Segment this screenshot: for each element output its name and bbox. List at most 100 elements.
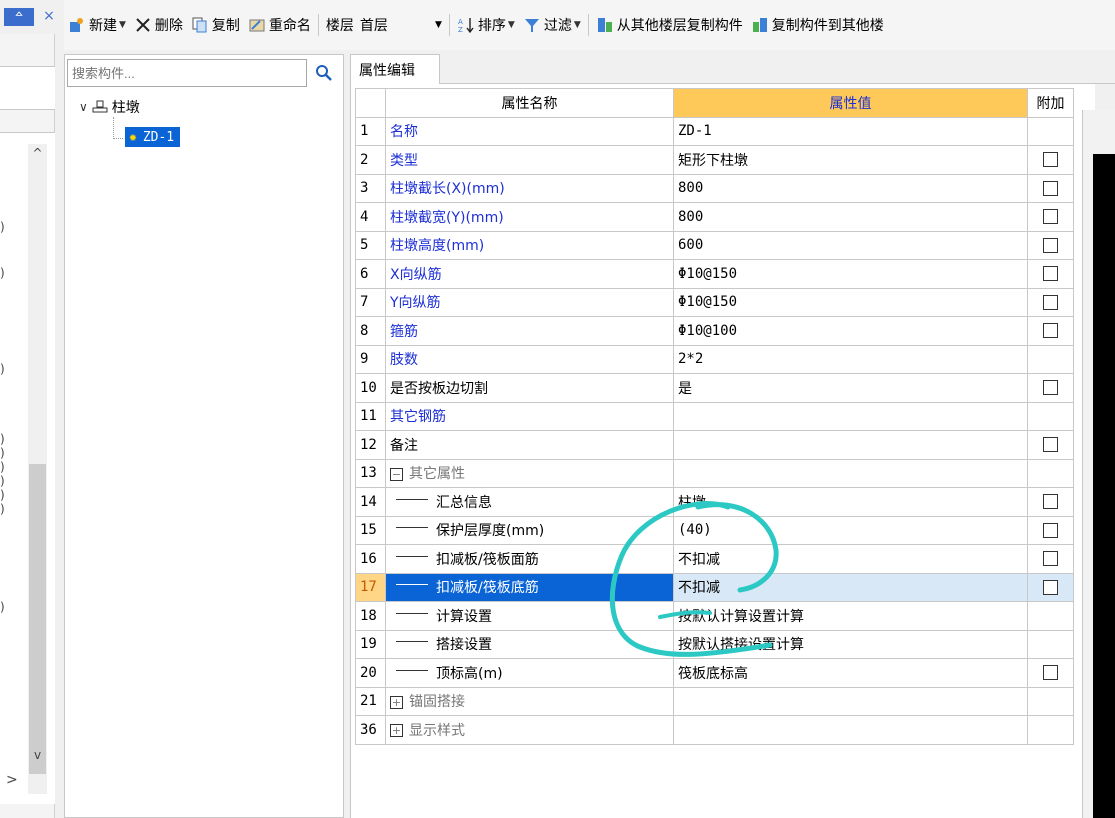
- search-button[interactable]: [309, 59, 339, 87]
- property-name-cell[interactable]: 汇总信息: [385, 487, 674, 517]
- row-number[interactable]: 14: [355, 487, 386, 517]
- attach-cell[interactable]: [1027, 487, 1074, 517]
- row-number[interactable]: 4: [355, 202, 386, 232]
- property-value[interactable]: [673, 401, 1028, 431]
- table-row[interactable]: 20 顶标高(m) 筏板底标高: [355, 658, 1074, 688]
- table-row[interactable]: 19 搭接设置 按默认搭接设置计算: [355, 629, 1074, 659]
- attach-checkbox[interactable]: [1043, 522, 1058, 538]
- property-value[interactable]: 600: [673, 230, 1028, 260]
- property-value[interactable]: ZD-1: [673, 116, 1028, 146]
- property-value[interactable]: 是: [673, 373, 1028, 403]
- attach-cell[interactable]: [1027, 373, 1074, 403]
- attach-cell[interactable]: [1027, 515, 1074, 545]
- tab-property-edit[interactable]: 属性编辑: [350, 54, 440, 84]
- property-value[interactable]: [673, 715, 1028, 745]
- property-value[interactable]: 不扣减: [673, 544, 1028, 574]
- attach-checkbox[interactable]: [1043, 180, 1058, 196]
- tree-node-zd-1[interactable]: ✹ ZD-1: [125, 127, 181, 147]
- attach-cell[interactable]: [1027, 173, 1074, 203]
- property-name-cell[interactable]: 其它钢筋: [385, 401, 674, 431]
- table-row[interactable]: 14 汇总信息 柱墩: [355, 487, 1074, 517]
- attach-checkbox[interactable]: [1043, 209, 1058, 225]
- property-name-cell[interactable]: 扣减板/筏板底筋: [385, 572, 674, 602]
- property-name-cell[interactable]: X向纵筋: [385, 259, 674, 289]
- row-number[interactable]: 8: [355, 316, 386, 346]
- property-name-cell[interactable]: 柱墩截长(X)(mm): [385, 173, 674, 203]
- attach-cell[interactable]: [1027, 287, 1074, 317]
- attach-cell[interactable]: [1027, 316, 1074, 346]
- row-number[interactable]: 6: [355, 259, 386, 289]
- attach-cell[interactable]: [1027, 230, 1074, 260]
- property-name-cell[interactable]: 保护层厚度(mm): [385, 515, 674, 545]
- property-value[interactable]: 柱墩: [673, 487, 1028, 517]
- copy-from-floor-button[interactable]: 从其他楼层复制构件: [592, 11, 747, 39]
- row-number[interactable]: 21: [355, 686, 386, 716]
- table-row[interactable]: 6 X向纵筋 Φ10@150: [355, 259, 1074, 289]
- close-icon[interactable]: ×: [40, 6, 58, 26]
- row-number[interactable]: 5: [355, 230, 386, 260]
- chevron-down-icon[interactable]: ∨: [79, 100, 88, 114]
- property-value[interactable]: (40): [673, 515, 1028, 545]
- row-number[interactable]: 7: [355, 287, 386, 317]
- property-name-cell[interactable]: 类型: [385, 145, 674, 175]
- property-name-cell[interactable]: − 其它属性: [385, 458, 674, 488]
- delete-button[interactable]: 删除: [130, 11, 187, 39]
- attach-cell[interactable]: [1027, 544, 1074, 574]
- table-row[interactable]: 5 柱墩高度(mm) 600: [355, 230, 1074, 260]
- table-row[interactable]: 10 是否按板边切割 是: [355, 373, 1074, 403]
- property-name-cell[interactable]: 柱墩高度(mm): [385, 230, 674, 260]
- property-value[interactable]: 按默认计算设置计算: [673, 601, 1028, 631]
- row-number[interactable]: 18: [355, 601, 386, 631]
- property-value[interactable]: Φ10@150: [673, 259, 1028, 289]
- chevron-up-icon[interactable]: ^: [28, 146, 47, 162]
- property-name-cell[interactable]: + 显示样式: [385, 715, 674, 745]
- property-name-cell[interactable]: 柱墩截宽(Y)(mm): [385, 202, 674, 232]
- header-name[interactable]: 属性名称: [385, 88, 674, 118]
- table-row[interactable]: 13− 其它属性: [355, 458, 1074, 488]
- attach-checkbox[interactable]: [1043, 237, 1058, 253]
- row-number[interactable]: 10: [355, 373, 386, 403]
- property-value[interactable]: 2*2: [673, 344, 1028, 374]
- property-value[interactable]: [673, 686, 1028, 716]
- property-value[interactable]: 800: [673, 173, 1028, 203]
- collapse-icon[interactable]: −: [390, 467, 403, 481]
- row-number[interactable]: 2: [355, 145, 386, 175]
- table-row[interactable]: 21 + 锚固搭接: [355, 686, 1074, 716]
- attach-cell[interactable]: [1027, 658, 1074, 688]
- table-row[interactable]: 17 扣减板/筏板底筋 不扣减: [355, 572, 1074, 602]
- property-name-cell[interactable]: 肢数: [385, 344, 674, 374]
- row-number[interactable]: 36: [355, 715, 386, 745]
- attach-checkbox[interactable]: [1043, 266, 1058, 282]
- table-row[interactable]: 2 类型 矩形下柱墩: [355, 145, 1074, 175]
- row-number[interactable]: 16: [355, 544, 386, 574]
- attach-checkbox[interactable]: [1043, 294, 1058, 310]
- expand-icon[interactable]: +: [390, 695, 403, 709]
- property-name-cell[interactable]: 搭接设置: [385, 629, 674, 659]
- property-name-cell[interactable]: + 锚固搭接: [385, 686, 674, 716]
- table-row[interactable]: 7 Y向纵筋 Φ10@150: [355, 287, 1074, 317]
- row-number[interactable]: 19: [355, 629, 386, 659]
- tree-node-root[interactable]: ∨ 柱墩: [79, 97, 140, 117]
- expand-icon[interactable]: +: [390, 724, 403, 738]
- row-number[interactable]: 17: [355, 572, 386, 602]
- row-number[interactable]: 20: [355, 658, 386, 688]
- table-row[interactable]: 8 箍筋 Φ10@100: [355, 316, 1074, 346]
- copy-to-floor-button[interactable]: 复制构件到其他楼: [747, 11, 888, 39]
- table-row[interactable]: 12 备注: [355, 430, 1074, 460]
- sort-button[interactable]: AZ 排序 ▼: [453, 11, 519, 39]
- new-button[interactable]: 新建 ▼: [64, 11, 130, 39]
- row-number[interactable]: 9: [355, 344, 386, 374]
- attach-cell[interactable]: [1027, 145, 1074, 175]
- table-row[interactable]: 3 柱墩截长(X)(mm) 800: [355, 173, 1074, 203]
- row-number[interactable]: 13: [355, 458, 386, 488]
- row-number[interactable]: 11: [355, 401, 386, 431]
- property-value[interactable]: Φ10@100: [673, 316, 1028, 346]
- table-row[interactable]: 36 + 显示样式: [355, 715, 1074, 745]
- floor-select[interactable]: 首层 ▼: [356, 11, 446, 39]
- property-name-cell[interactable]: 箍筋: [385, 316, 674, 346]
- table-row[interactable]: 18 计算设置 按默认计算设置计算: [355, 601, 1074, 631]
- property-value[interactable]: 800: [673, 202, 1028, 232]
- property-name-cell[interactable]: Y向纵筋: [385, 287, 674, 317]
- chevron-right-icon[interactable]: >: [6, 772, 18, 788]
- row-number[interactable]: 1: [355, 116, 386, 146]
